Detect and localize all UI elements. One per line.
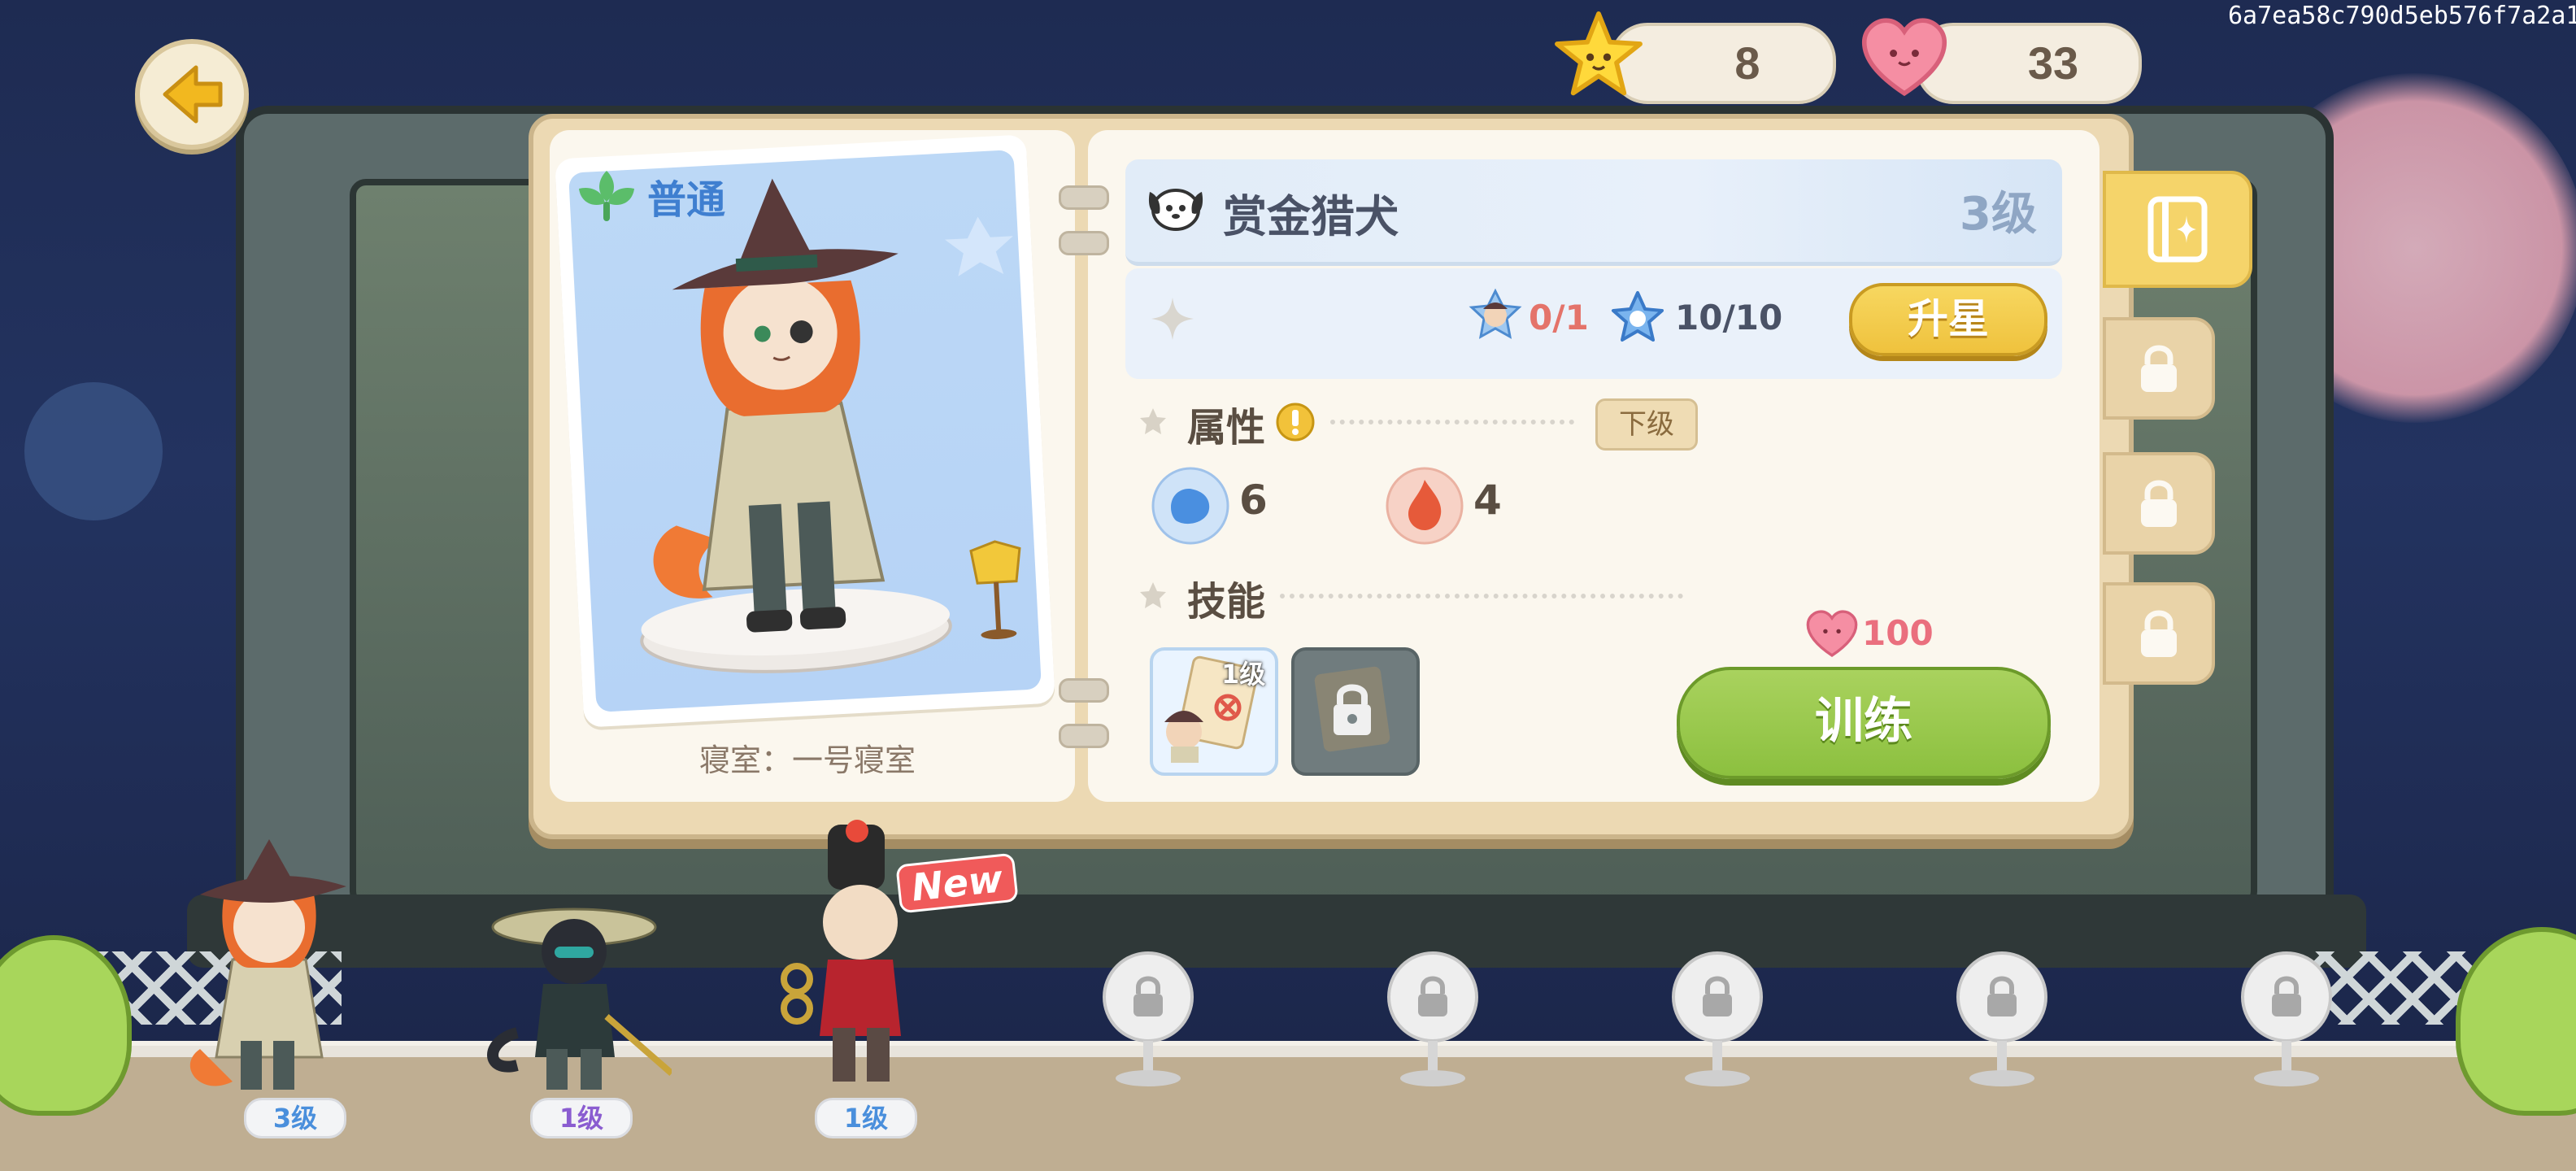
lock-icon — [2241, 951, 2332, 1086]
tab-locked-2[interactable] — [2103, 452, 2215, 555]
bounty-hound-portrait — [640, 178, 1021, 673]
skills-label: 技能 — [1187, 579, 1266, 625]
arrow-left-icon — [163, 65, 223, 124]
next-level-button[interactable]: 下级 — [1595, 398, 1698, 451]
water-attribute-value: 6 — [1239, 477, 1268, 524]
star-bullet-icon — [1138, 581, 1168, 613]
background-moon — [24, 382, 163, 520]
roster-character-1[interactable] — [184, 838, 355, 1101]
lock-icon — [2141, 610, 2177, 657]
lock-icon — [1956, 951, 2047, 1086]
debug-id: 6a7ea58c790d5eb576f7a2a1 — [2228, 2, 2576, 30]
soldier-cat-sprite — [781, 820, 901, 1082]
character-portrait[interactable] — [568, 150, 1042, 712]
back-button[interactable] — [135, 39, 249, 150]
star-count: 8 — [1734, 37, 1760, 89]
attributes-divider — [1330, 420, 1574, 428]
fire-attribute-icon — [1384, 465, 1465, 550]
character-name: 赏金猎犬 — [1223, 191, 1399, 242]
blue-star-icon — [1610, 289, 1665, 346]
roster-slot-locked-4[interactable] — [1953, 951, 2051, 1090]
roster-slot-locked-5[interactable] — [2238, 951, 2335, 1090]
skills-divider — [1280, 594, 1683, 602]
roster-character-3[interactable] — [779, 816, 950, 1096]
star-progress: 10/10 — [1675, 298, 1783, 337]
common-rarity-icon — [572, 164, 641, 229]
dorm-label: 寝室：一号寝室 — [699, 742, 916, 778]
roster-level-badge: 1级 — [815, 1098, 917, 1138]
attributes-label: 属性 — [1187, 405, 1266, 451]
water-attribute-icon — [1150, 465, 1231, 550]
heart-cost-icon — [1804, 608, 1860, 662]
heart-icon — [1856, 8, 1953, 106]
tab-card[interactable] — [2103, 171, 2252, 288]
rarity-label: 普通 — [647, 177, 726, 223]
star-bullet-icon — [1138, 407, 1168, 439]
roster-slot-locked-1[interactable] — [1099, 951, 1197, 1090]
binder-ring — [1059, 724, 1109, 748]
lock-icon — [1672, 951, 1763, 1086]
sparkle-icon — [1148, 294, 1197, 346]
upgrade-star-button[interactable]: 升星 — [1849, 283, 2047, 356]
character-shard-icon — [1469, 288, 1522, 348]
training-cost: 100 — [1862, 613, 1934, 653]
roster-level-badge: 3级 — [244, 1098, 346, 1138]
train-button[interactable]: 训练 — [1677, 667, 2051, 779]
binder-ring — [1059, 185, 1109, 210]
lock-icon — [1387, 951, 1478, 1086]
fox-detective-sprite — [189, 839, 346, 1090]
fire-attribute-value: 4 — [1473, 477, 1502, 524]
star-icon — [1550, 7, 1647, 104]
card-tab-icon — [2147, 196, 2208, 263]
shard-count: 0/1 — [1529, 298, 1589, 337]
ground — [0, 1057, 2576, 1171]
dog-face-icon — [1145, 181, 1207, 236]
lock-icon — [1314, 666, 1390, 752]
binder-ring — [1059, 231, 1109, 255]
roster-slot-locked-2[interactable] — [1384, 951, 1482, 1090]
heart-count: 33 — [2027, 37, 2079, 89]
lock-icon — [2141, 345, 2177, 392]
lock-icon — [1103, 951, 1194, 1086]
black-cat-swordsman-sprite — [487, 908, 674, 1090]
info-icon[interactable] — [1275, 402, 1316, 446]
roster-character-2[interactable] — [485, 870, 674, 1101]
skill-slot-2-locked[interactable] — [1291, 647, 1420, 776]
tab-locked-1[interactable] — [2103, 317, 2215, 420]
binder-ring — [1059, 678, 1109, 703]
skill-level-badge: 1级 — [1221, 659, 1266, 690]
character-level: 3级 — [1960, 188, 2037, 241]
tab-locked-3[interactable] — [2103, 582, 2215, 685]
lock-icon — [2141, 480, 2177, 527]
roster-level-badge: 1级 — [530, 1098, 633, 1138]
roster-slot-locked-3[interactable] — [1669, 951, 1766, 1090]
